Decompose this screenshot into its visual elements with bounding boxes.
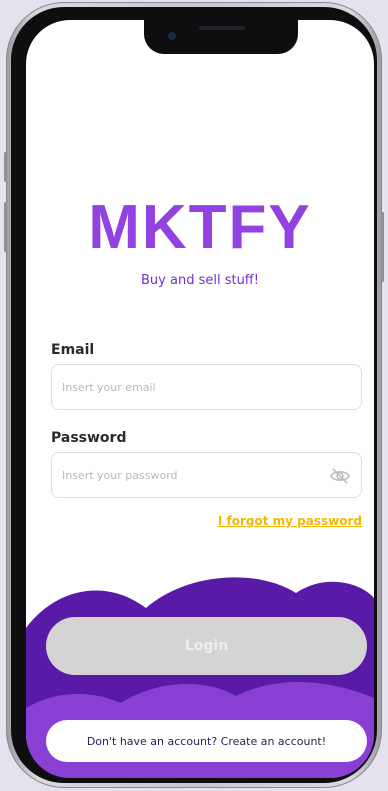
phone-frame: MKTFY Buy and sell stuff! Email Password… (4, 2, 384, 788)
login-screen: MKTFY Buy and sell stuff! Email Password… (26, 20, 374, 778)
phone-notch (144, 20, 298, 54)
camera-icon (168, 32, 176, 40)
password-label: Password (51, 430, 127, 446)
phone-side-button (381, 212, 384, 282)
eye-slash-icon[interactable] (329, 465, 351, 487)
phone-side-button (4, 202, 7, 252)
email-input[interactable] (52, 365, 312, 409)
password-input[interactable] (52, 453, 312, 497)
password-field-box (51, 452, 362, 498)
phone-side-button (4, 152, 7, 182)
app-tagline: Buy and sell stuff! (141, 273, 259, 288)
forgot-password-link[interactable]: I forgot my password (218, 514, 362, 528)
speaker-grille (199, 26, 245, 30)
login-button[interactable]: Login (46, 617, 367, 675)
email-label: Email (51, 342, 95, 358)
create-account-button[interactable]: Don't have an account? Create an account… (46, 720, 367, 762)
app-logo: MKTFY (88, 193, 312, 262)
email-field-box (51, 364, 362, 410)
